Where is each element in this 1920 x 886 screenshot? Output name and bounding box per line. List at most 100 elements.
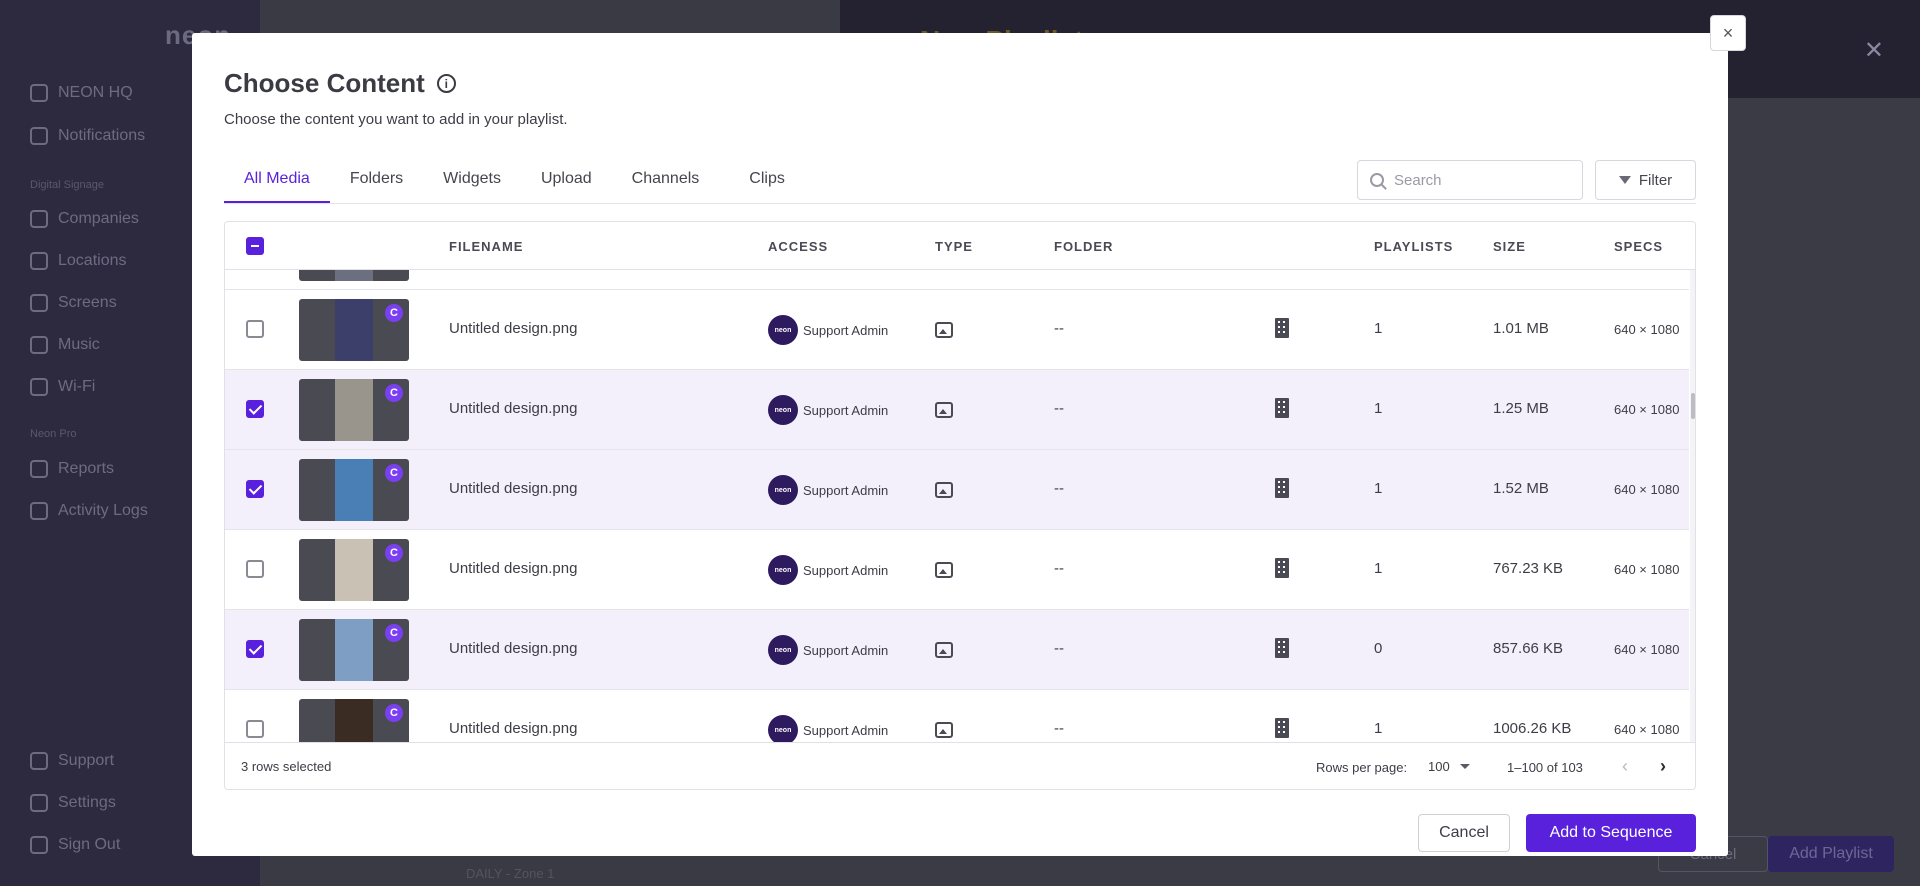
column-access[interactable]: ACCESS	[768, 239, 828, 254]
column-specs[interactable]: SPECS	[1614, 239, 1663, 254]
row-checkbox[interactable]	[246, 400, 264, 418]
specs-cell: 640 × 1080	[1614, 402, 1680, 417]
support-icon	[30, 752, 48, 770]
search-input[interactable]	[1394, 171, 1564, 189]
table-row-partial[interactable]	[225, 270, 1689, 290]
thumbnail-image	[335, 619, 373, 681]
nav-item-screens[interactable]: Screens	[30, 294, 117, 312]
column-playlists[interactable]: PLAYLISTS	[1374, 239, 1453, 254]
cancel-button[interactable]: Cancel	[1418, 814, 1510, 852]
table-row[interactable]: C Untitled design.png neon Support Admin -- 1…	[225, 450, 1689, 530]
table-row[interactable]: C Untitled design.png neon Support Admin -- 0…	[225, 610, 1689, 690]
avatar: neon	[768, 715, 798, 742]
canva-badge-icon: C	[385, 304, 403, 322]
table-row[interactable]: C Untitled design.png neon Support Admin -- 1…	[225, 690, 1689, 742]
sign-out-icon	[30, 836, 48, 854]
nav-item-notifications[interactable]: Notifications	[30, 127, 145, 145]
next-page-button[interactable]: ›	[1651, 753, 1675, 779]
previous-page-button[interactable]: ‹	[1613, 753, 1637, 779]
tab-widgets[interactable]: Widgets	[423, 163, 521, 203]
row-checkbox[interactable]	[246, 480, 264, 498]
building-icon[interactable]	[1275, 718, 1289, 738]
info-icon[interactable]: i	[436, 74, 456, 93]
folder-cell: --	[1054, 560, 1064, 577]
building-icon[interactable]	[1275, 478, 1289, 498]
add-playlist-button[interactable]: Add Playlist	[1768, 836, 1894, 872]
building-icon[interactable]	[1275, 638, 1289, 658]
rows-per-page-label: Rows per page:	[1316, 760, 1408, 775]
filename-cell: Untitled design.png	[449, 720, 578, 737]
playlists-cell: 0	[1374, 640, 1383, 657]
table-row[interactable]: C Untitled design.png neon Support Admin -- 1…	[225, 290, 1689, 370]
tab-channels[interactable]: Channels	[612, 163, 730, 203]
image-icon	[935, 642, 953, 658]
image-icon	[935, 562, 953, 578]
nav-item-neon-hq[interactable]: NEON HQ	[30, 84, 133, 102]
selected-count: 3 rows selected	[241, 759, 332, 774]
tab-all-media[interactable]: All Media	[224, 163, 330, 203]
image-icon	[935, 322, 953, 338]
playlists-cell: 1	[1374, 400, 1383, 417]
nav-item-settings[interactable]: Settings	[30, 794, 116, 812]
rows-per-page-select[interactable]: 100	[1428, 759, 1470, 774]
row-checkbox[interactable]	[246, 320, 264, 338]
filename-cell: Untitled design.png	[449, 560, 578, 577]
nav-item-reports[interactable]: Reports	[30, 460, 114, 478]
nav-item-music[interactable]: Music	[30, 336, 100, 354]
modal-subtitle: Choose the content you want to add in yo…	[224, 111, 568, 128]
tab-upload[interactable]: Upload	[521, 163, 612, 203]
wifi-icon	[30, 378, 48, 396]
playlists-cell: 1	[1374, 720, 1383, 737]
row-checkbox[interactable]	[246, 560, 264, 578]
image-icon	[935, 482, 953, 498]
column-size[interactable]: SIZE	[1493, 239, 1526, 254]
size-cell: 1006.26 KB	[1493, 720, 1572, 737]
row-checkbox[interactable]	[246, 640, 264, 658]
media-thumbnail: C	[299, 699, 409, 742]
folder-cell: --	[1054, 320, 1064, 337]
nav-item-sign-out[interactable]: Sign Out	[30, 836, 120, 854]
size-cell: 767.23 KB	[1493, 560, 1564, 577]
canva-badge-icon: C	[385, 544, 403, 562]
tab-folders[interactable]: Folders	[330, 163, 423, 203]
media-thumbnail: C	[299, 459, 409, 521]
building-icon[interactable]	[1275, 318, 1289, 338]
nav-item-locations[interactable]: Locations	[30, 252, 127, 270]
nav-item-activity-logs[interactable]: Activity Logs	[30, 502, 148, 520]
avatar: neon	[768, 475, 798, 505]
column-type[interactable]: TYPE	[935, 239, 973, 254]
access-cell: neon Support Admin	[768, 555, 888, 585]
select-all-checkbox[interactable]	[246, 237, 264, 255]
filename-cell: Untitled design.png	[449, 400, 578, 417]
column-folder[interactable]: FOLDER	[1054, 239, 1113, 254]
table-row[interactable]: C Untitled design.png neon Support Admin -- 1…	[225, 530, 1689, 610]
building-icon[interactable]	[1275, 558, 1289, 578]
nav-item-support[interactable]: Support	[30, 752, 114, 770]
nav-item-companies[interactable]: Companies	[30, 210, 139, 228]
specs-cell: 640 × 1080	[1614, 482, 1680, 497]
row-checkbox[interactable]	[246, 720, 264, 738]
companies-icon	[30, 210, 48, 228]
tab-clips[interactable]: Clips	[729, 163, 805, 203]
scrollbar-thumb[interactable]	[1691, 393, 1695, 419]
search-box[interactable]	[1357, 160, 1583, 200]
table-row[interactable]: C Untitled design.png neon Support Admin -- 1…	[225, 370, 1689, 450]
column-filename[interactable]: FILENAME	[449, 239, 523, 254]
home-icon	[30, 84, 48, 102]
thumbnail-image	[335, 299, 373, 361]
filter-button[interactable]: Filter	[1595, 160, 1696, 200]
building-icon[interactable]	[1275, 398, 1289, 418]
modal-close-button[interactable]: ×	[1710, 15, 1746, 51]
screen-icon	[30, 294, 48, 312]
panel-close-icon[interactable]: ✕	[1864, 36, 1884, 65]
add-to-sequence-button[interactable]: Add to Sequence	[1526, 814, 1696, 852]
media-thumbnail	[299, 270, 409, 281]
media-table: FILENAME ACCESS TYPE FOLDER PLAYLISTS SI…	[224, 221, 1696, 790]
playlists-cell: 1	[1374, 560, 1383, 577]
size-cell: 1.52 MB	[1493, 480, 1549, 497]
filename-cell: Untitled design.png	[449, 320, 578, 337]
table-scrollbar[interactable]	[1690, 270, 1695, 742]
access-cell: neon Support Admin	[768, 475, 888, 505]
specs-cell: 640 × 1080	[1614, 322, 1680, 337]
nav-item-wifi[interactable]: Wi-Fi	[30, 378, 95, 396]
